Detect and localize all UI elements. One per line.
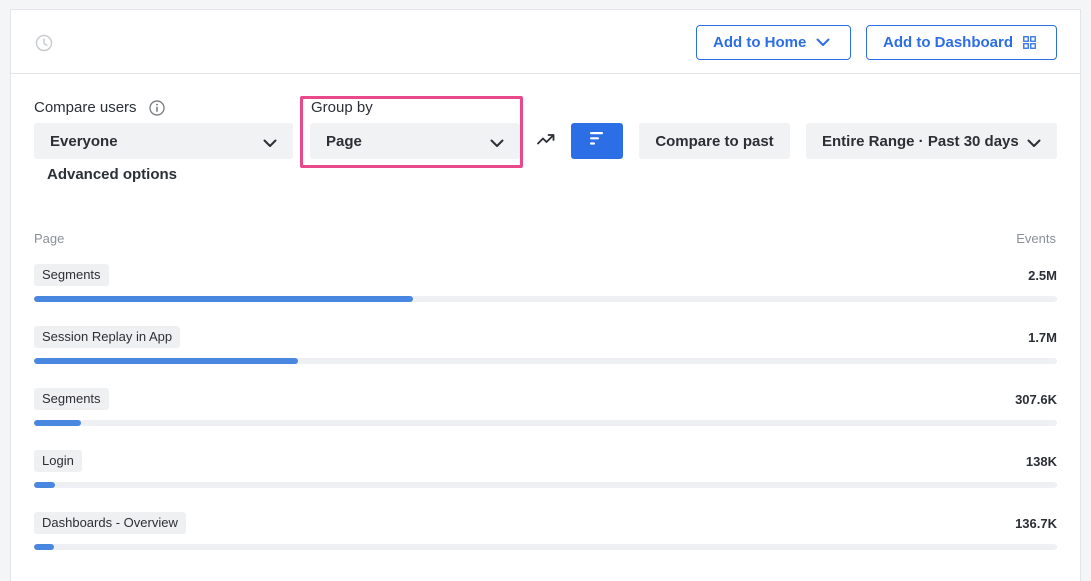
column-header-page: Page [34, 231, 65, 246]
table-row: Segments 2.5M [34, 264, 1057, 316]
table-row: Login 138K [34, 450, 1057, 502]
row-label[interactable]: Segments [34, 264, 109, 286]
row-value: 138K [1025, 454, 1057, 469]
date-range-select[interactable]: Entire Range · Past 30 days [806, 123, 1057, 159]
add-to-home-label: Add to Home [713, 34, 807, 51]
add-to-dashboard-label: Add to Dashboard [883, 34, 1013, 51]
row-value: 136.7K [1015, 516, 1057, 531]
add-to-home-button[interactable]: Add to Home [696, 25, 851, 60]
group-by-label: Group by [311, 99, 373, 116]
compare-users-value: Everyone [50, 132, 118, 150]
chevron-down-icon [1027, 135, 1041, 152]
group-by-select[interactable]: Page [310, 123, 520, 159]
add-to-dashboard-button[interactable]: Add to Dashboard [866, 25, 1057, 60]
chevron-down-icon [490, 135, 504, 152]
card-toolbar: Add to Home Add to Dashboard [11, 10, 1080, 74]
row-bar-track [34, 482, 1057, 488]
advanced-options-link[interactable]: Advanced options [47, 166, 177, 183]
row-value: 307.6K [1015, 392, 1057, 407]
insight-card: Add to Home Add to Dashboard Compare use… [10, 9, 1081, 581]
column-header-events: Events [1016, 231, 1056, 246]
row-label[interactable]: Login [34, 450, 82, 472]
row-value: 1.7M [1028, 330, 1057, 345]
row-bar-fill [34, 482, 56, 488]
chevron-down-icon [263, 135, 277, 152]
line-chart-toggle[interactable] [527, 123, 565, 159]
table-row: Session Replay in App 1.7M [34, 326, 1057, 378]
row-label[interactable]: Segments [34, 388, 109, 410]
compare-to-past-button[interactable]: Compare to past [639, 123, 790, 159]
table-row: Dashboards - Overview 136.7K [34, 512, 1057, 564]
row-bar-track [34, 296, 1057, 302]
row-label[interactable]: Session Replay in App [34, 326, 181, 348]
row-bar-track [34, 544, 1057, 550]
row-bar-track [34, 420, 1057, 426]
row-bar-fill [34, 296, 413, 302]
bar-chart-icon [590, 132, 604, 150]
row-bar-fill [34, 420, 82, 426]
row-label[interactable]: Dashboards - Overview [34, 512, 186, 534]
row-bar-fill [34, 358, 298, 364]
compare-users-label: Compare users [34, 99, 137, 116]
row-bar-track [34, 358, 1057, 364]
bar-chart-toggle[interactable] [571, 123, 623, 159]
table-row: Segments 307.6K [34, 388, 1057, 440]
clock-icon[interactable] [35, 34, 53, 52]
date-range-value: Entire Range · Past 30 days [822, 132, 1019, 150]
chevron-down-icon [816, 38, 830, 47]
compare-users-select[interactable]: Everyone [34, 123, 293, 159]
group-by-value: Page [326, 132, 362, 150]
info-icon[interactable] [149, 100, 165, 116]
grid-icon [1023, 36, 1036, 49]
trend-line-icon [537, 132, 555, 150]
row-value: 2.5M [1028, 268, 1057, 283]
row-bar-fill [34, 544, 55, 550]
